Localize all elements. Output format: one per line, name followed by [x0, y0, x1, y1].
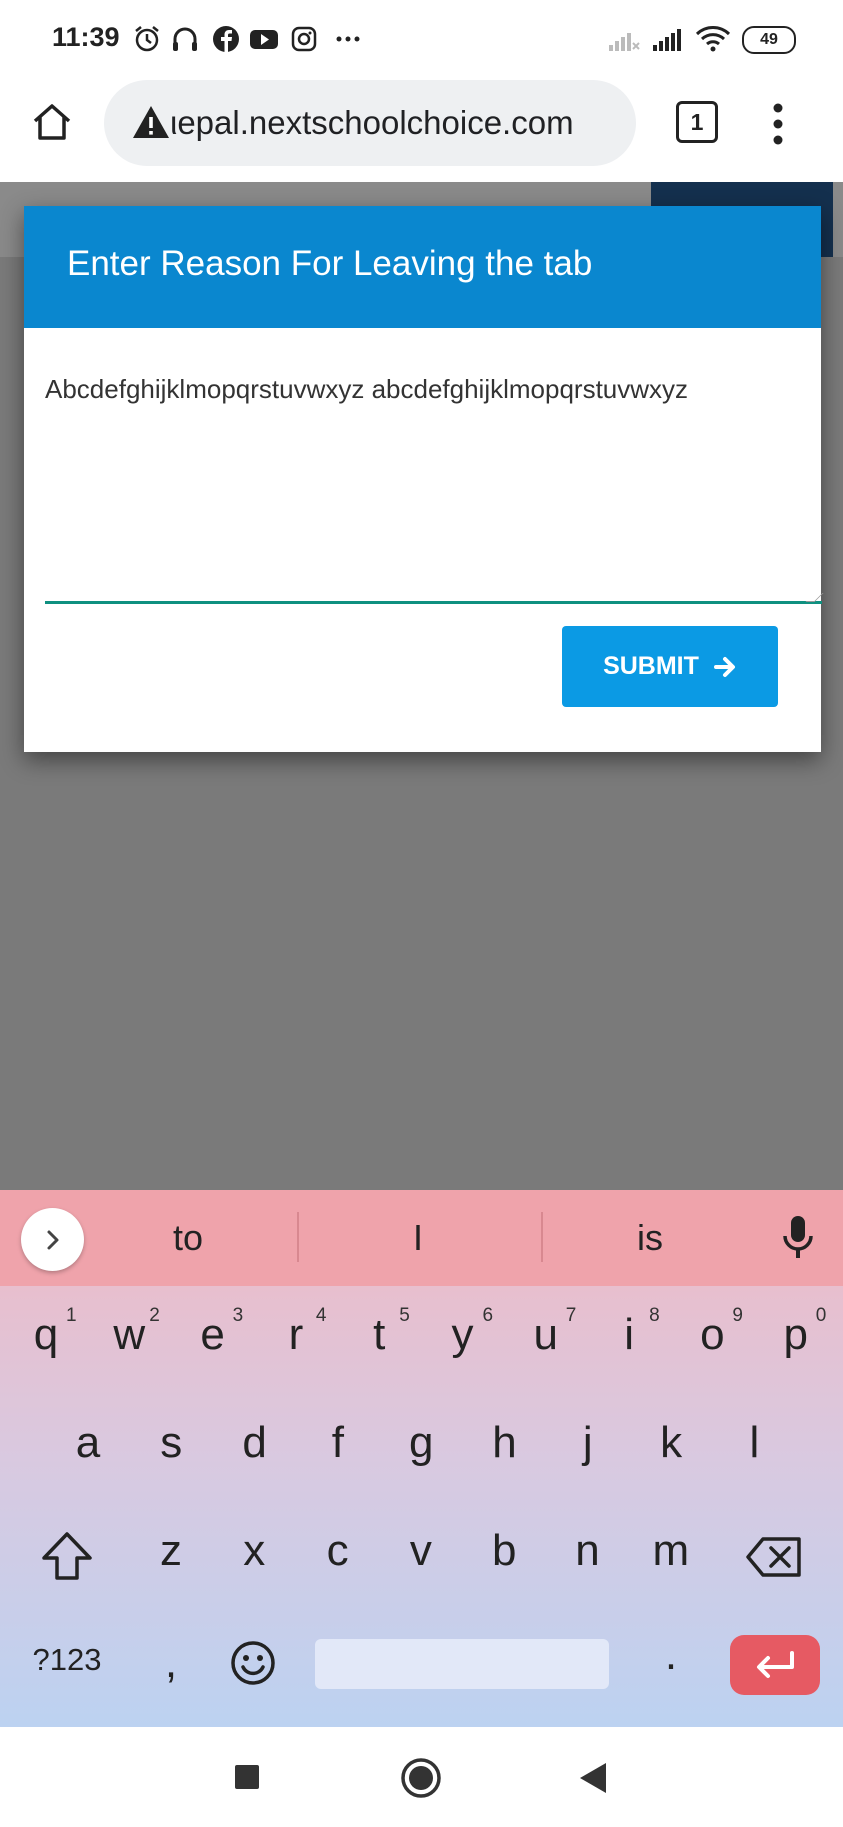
signal-icon: [653, 29, 681, 51]
back-icon[interactable]: [578, 1761, 608, 1795]
status-time: 11:39: [52, 22, 120, 52]
comma-key[interactable]: ,: [130, 1638, 212, 1688]
enter-icon: [757, 1651, 794, 1678]
wifi-icon: [695, 26, 731, 52]
facebook-icon: [213, 26, 239, 52]
key-x[interactable]: x: [213, 1526, 295, 1576]
key-hint-6: 6: [482, 1305, 494, 1326]
submit-button[interactable]: SUBMIT: [562, 626, 778, 707]
suggestion-1[interactable]: to: [98, 1217, 278, 1259]
suggestion-divider: [297, 1212, 299, 1262]
address-bar[interactable]: ιepal.nextschoolchoice.com: [104, 80, 636, 166]
key-b[interactable]: b: [463, 1526, 545, 1576]
home-icon[interactable]: [30, 100, 74, 144]
reason-textarea[interactable]: Abcdefghijklmopqrstuvwxyz abcdefghijklmo…: [45, 374, 815, 405]
youtube-icon: [250, 30, 278, 49]
url-text[interactable]: ιepal.nextschoolchoice.com: [170, 104, 574, 142]
headphones-icon: [173, 27, 197, 51]
key-c[interactable]: c: [297, 1526, 379, 1576]
backspace-icon[interactable]: [745, 1536, 803, 1578]
key-h[interactable]: h: [464, 1418, 546, 1468]
textarea-focus-underline: [45, 601, 822, 604]
submit-label: SUBMIT: [603, 652, 699, 680]
symbols-key[interactable]: ?123: [26, 1642, 108, 1678]
suggestion-3[interactable]: is: [560, 1217, 740, 1259]
key-f[interactable]: f: [297, 1418, 379, 1468]
suggestion-2[interactable]: I: [328, 1217, 508, 1259]
key-hint-8: 8: [649, 1305, 660, 1326]
key-hint-3: 3: [232, 1305, 244, 1326]
home-circle-icon[interactable]: [400, 1757, 442, 1799]
key-v[interactable]: v: [380, 1526, 462, 1576]
key-d[interactable]: d: [214, 1418, 296, 1468]
suggestion-bar: to I is: [0, 1190, 843, 1286]
chevron-right-icon: [47, 1230, 58, 1249]
period-key[interactable]: .: [630, 1630, 712, 1680]
dialog-header: Enter Reason For Leaving the tab: [24, 206, 821, 328]
menu-dots-icon[interactable]: [766, 100, 790, 148]
space-key[interactable]: [315, 1639, 609, 1689]
key-a[interactable]: a: [47, 1418, 129, 1468]
system-nav-bar: [0, 1727, 843, 1827]
emoji-icon[interactable]: [230, 1640, 276, 1686]
instagram-icon: [291, 26, 317, 52]
suggestion-divider: [541, 1212, 543, 1262]
key-hint-1: 1: [66, 1305, 77, 1326]
key-k[interactable]: k: [630, 1418, 712, 1468]
battery-indicator: 49: [742, 26, 796, 54]
status-bar: 11:39 49: [0, 0, 843, 78]
key-n[interactable]: n: [547, 1526, 629, 1576]
keyboard-expand-button[interactable]: [21, 1208, 84, 1271]
key-hint-9: 9: [732, 1305, 743, 1326]
key-hint-2: 2: [149, 1305, 160, 1326]
key-hint-5: 5: [399, 1305, 410, 1326]
microphone-icon[interactable]: [781, 1214, 815, 1260]
warning-icon[interactable]: [132, 104, 170, 140]
key-l[interactable]: l: [713, 1418, 795, 1468]
key-g[interactable]: g: [380, 1418, 462, 1468]
key-z[interactable]: z: [130, 1526, 212, 1576]
browser-toolbar: ιepal.nextschoolchoice.com 1: [0, 78, 843, 182]
key-hint-7: 7: [565, 1305, 577, 1326]
key-s[interactable]: s: [130, 1418, 212, 1468]
dialog-title: Enter Reason For Leaving the tab: [67, 244, 593, 283]
key-hint-0: 0: [815, 1305, 827, 1326]
key-j[interactable]: j: [547, 1418, 629, 1468]
leave-reason-dialog: Enter Reason For Leaving the tab Abcdefg…: [24, 206, 824, 752]
tabs-icon[interactable]: 1: [676, 101, 718, 143]
arrow-right-icon: [713, 656, 735, 677]
alarm-icon: [135, 26, 159, 52]
recents-icon[interactable]: [235, 1765, 259, 1789]
enter-key[interactable]: [730, 1635, 820, 1695]
shift-icon[interactable]: [40, 1530, 94, 1582]
more-notifications-icon: [336, 36, 360, 42]
key-hint-4: 4: [315, 1305, 327, 1326]
soft-keyboard: to I is q1w2e3r4t5y6u7i8o9p0 asdfghjkl z…: [0, 1190, 843, 1727]
key-m[interactable]: m: [630, 1526, 712, 1576]
signal-no-service-icon: [609, 33, 640, 51]
